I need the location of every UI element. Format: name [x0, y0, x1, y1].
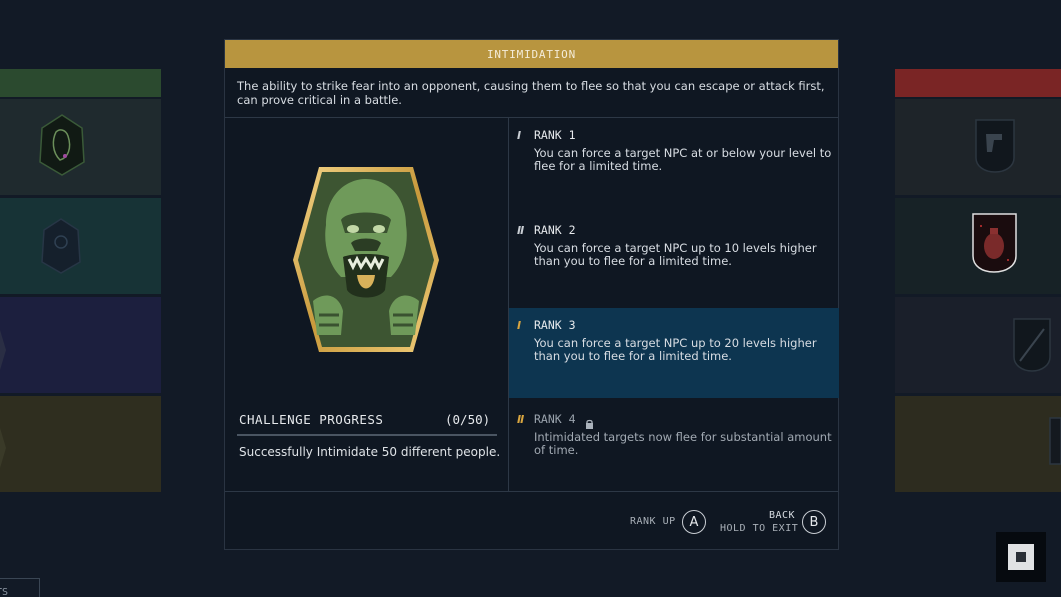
skill-detail-modal: INTIMIDATION The ability to strike fear …: [224, 39, 839, 550]
locked-skill-badge-icon[interactable]: [41, 218, 81, 278]
pistol-badge-icon[interactable]: [974, 118, 1016, 178]
rank-1-label: RANK 1: [534, 128, 576, 142]
background-skill-row: [895, 396, 1061, 492]
rank-2-label: RANK 2: [534, 223, 576, 237]
b-button-glyph: B: [809, 514, 819, 530]
rank-4-row[interactable]: II RANK 4 Intimidated targets now flee f…: [509, 402, 839, 492]
partial-skill-badge-icon: [1048, 416, 1061, 470]
gorilla-icon: [291, 165, 441, 359]
rank-2-row[interactable]: II RANK 2 You can force a target NPC up …: [509, 213, 839, 303]
menu-corner-button[interactable]: [996, 532, 1046, 582]
rank-1-description: You can force a target NPC at or below y…: [534, 146, 832, 173]
background-category-strip-red: [895, 69, 1061, 97]
partial-skill-badge-icon: [0, 330, 8, 374]
rank-3-label: RANK 3: [534, 318, 576, 332]
stop-square-icon: [1008, 544, 1034, 570]
rank-3-row[interactable]: I RANK 3 You can force a target NPC up t…: [509, 308, 839, 398]
a-button-glyph: A: [689, 514, 699, 530]
background-skill-row: [0, 396, 161, 492]
skill-description: The ability to strike fear into an oppon…: [237, 79, 825, 107]
grenade-badge-icon[interactable]: [971, 212, 1018, 278]
rank-up-button[interactable]: A: [682, 510, 706, 534]
rifle-badge-icon[interactable]: [1012, 317, 1052, 377]
bottom-tab-label: TS: [0, 587, 9, 597]
rank-2-pip-icon: II: [517, 224, 524, 237]
rank-2-description: You can force a target NPC up to 10 leve…: [534, 241, 817, 268]
challenge-progress-bar: [237, 434, 497, 436]
rank-1-pip-icon: I: [517, 129, 521, 142]
back-hint-label: BACK: [769, 510, 796, 521]
background-skill-row: [0, 297, 161, 393]
rank-4-pip-icon: II: [517, 413, 524, 426]
challenge-description: Successfully Intimidate 50 different peo…: [239, 445, 501, 459]
challenge-progress-title: CHALLENGE PROGRESS: [239, 412, 384, 427]
challenge-progress-count: (0/50): [445, 412, 491, 427]
hold-to-exit-hint-label: HOLD TO EXIT: [720, 523, 799, 534]
bottom-tab[interactable]: TS: [0, 578, 40, 597]
rank-3-description: You can force a target NPC up to 20 leve…: [534, 336, 817, 363]
rank-4-label: RANK 4: [534, 412, 576, 426]
rank-1-row[interactable]: I RANK 1 You can force a target NPC at o…: [509, 118, 839, 208]
background-category-strip-green: [0, 69, 161, 97]
rank-up-hint-label: RANK UP: [630, 516, 676, 527]
rank-3-pip-icon: I: [517, 319, 521, 332]
back-button[interactable]: B: [802, 510, 826, 534]
partial-skill-badge-icon: [0, 428, 8, 472]
skill-title: INTIMIDATION: [225, 40, 838, 68]
rank-4-description: Intimidated targets now flee for substan…: [534, 430, 832, 457]
anatomist-badge-icon[interactable]: [38, 114, 86, 180]
